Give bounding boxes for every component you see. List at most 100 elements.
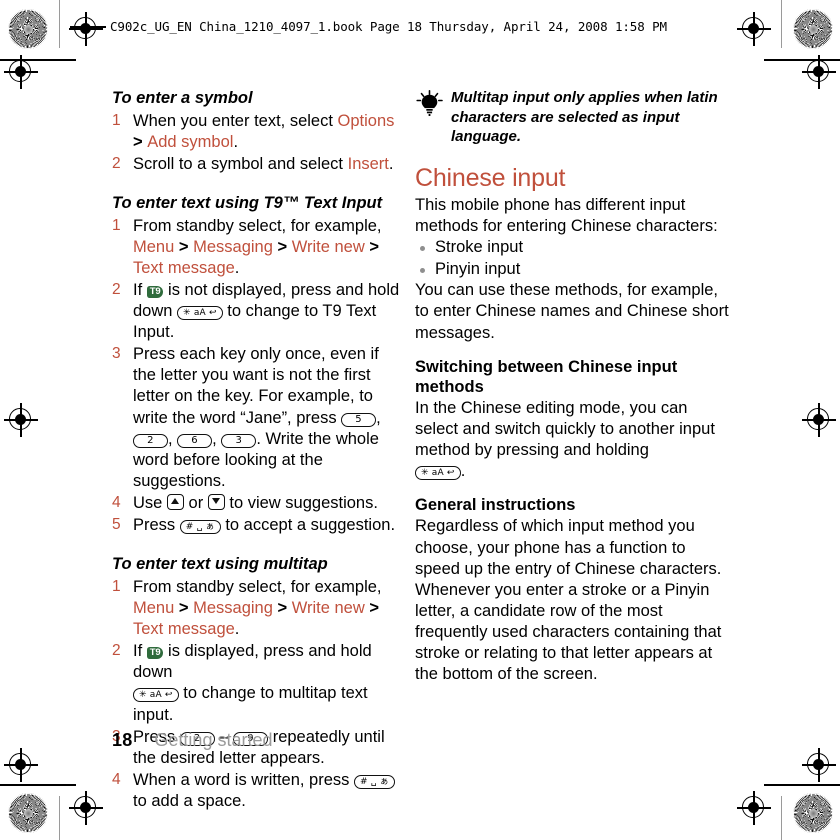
heading-switching-methods: Switching between Chinese input methods — [415, 357, 678, 396]
page-number: 18 — [112, 730, 133, 750]
heading-to-enter-a-symbol: To enter a symbol — [112, 89, 253, 107]
menu-link-write-new[interactable]: Write new — [292, 238, 365, 256]
list-item: Scroll to a symbol and select Insert. — [112, 154, 402, 175]
list-item-stroke-input: Stroke input — [415, 237, 735, 258]
heading-t9-text-input: To enter text using T9™ Text Input — [112, 193, 383, 212]
registration-star-top-right — [793, 9, 833, 49]
list-item-pinyin-input: Pinyin input — [415, 259, 735, 280]
menu-link-menu[interactable]: Menu — [133, 238, 174, 256]
registration-target-bottom-left — [69, 791, 103, 825]
path-separator: > — [174, 598, 194, 617]
switching-text-end: . — [460, 462, 466, 481]
tip-text: Multitap input only applies when latin c… — [451, 89, 718, 145]
menu-link-text-message[interactable]: Text message — [133, 259, 235, 277]
star-key-icon: ✳ aA ↩ — [177, 306, 223, 321]
step-text-end: to add a space. — [133, 791, 246, 810]
step-text-part: When a word is written, press — [133, 770, 354, 789]
manual-page: C902c_UG_EN China_1210_4097_1.book Page … — [0, 0, 840, 840]
hash-key-icon: # ␣ ぁ — [354, 774, 395, 789]
menu-link-insert[interactable]: Insert — [348, 155, 389, 173]
step-text-part: is displayed, press and hold down — [133, 642, 372, 682]
trim-rule-top-right — [764, 59, 840, 61]
star-key-icon: ✳ aA ↩ — [415, 466, 461, 481]
running-head: C902c_UG_EN China_1210_4097_1.book Page … — [70, 19, 667, 34]
registration-target-top-right — [737, 12, 771, 46]
step-text-end: to accept a suggestion. — [220, 516, 396, 535]
steps-t9-text-input: From standby select, for example, Menu >… — [112, 216, 402, 537]
number-key-icon-5: 5 — [341, 412, 377, 427]
trim-rule-right-vert — [781, 0, 783, 48]
registration-target-inner-bottom-left — [4, 748, 38, 782]
step-text-end: . — [234, 620, 240, 639]
step-text-part: Use — [133, 494, 167, 512]
menu-link-messaging[interactable]: Messaging — [193, 238, 273, 256]
page-footer: 18 Getting started — [112, 730, 273, 751]
number-key-icon-2: 2 — [133, 433, 168, 448]
hash-key-icon: # ␣ ぁ — [179, 520, 221, 535]
list-item: Press each key only once, even if the le… — [112, 344, 381, 490]
trim-rule-top-left — [0, 59, 76, 61]
right-column: Multitap input only applies when latin c… — [415, 88, 735, 685]
list-item: If T9 is displayed, press and hold down … — [112, 641, 402, 725]
number-key-icon-6: 6 — [177, 433, 213, 448]
menu-link-text-message[interactable]: Text message — [133, 620, 235, 638]
menu-link-messaging[interactable]: Messaging — [193, 599, 273, 617]
registration-star-bottom-right — [793, 793, 833, 833]
chinese-input-intro: This mobile phone has different input me… — [415, 196, 718, 236]
t9-indicator-icon: T9 — [146, 285, 164, 298]
registration-star-bottom-left — [8, 793, 48, 833]
chinese-input-usage: You can use these methods, for example, … — [415, 281, 729, 342]
registration-target-bottom-right — [737, 791, 771, 825]
menu-link-add-symbol[interactable]: Add symbol — [147, 133, 233, 151]
number-key-icon-3: 3 — [221, 433, 257, 448]
running-head-text: C902c_UG_EN China_1210_4097_1.book Page … — [110, 19, 667, 34]
step-text-end: . — [388, 154, 394, 173]
step-text-part: Scroll to a symbol and select — [133, 154, 348, 173]
steps-to-enter-a-symbol: When you enter text, select Options > Ad… — [112, 111, 402, 175]
registration-star-top-left — [8, 9, 48, 49]
registration-target-left-mid — [4, 403, 38, 437]
step-text-part: Press — [133, 516, 180, 535]
step-text-end: to view suggestions. — [224, 494, 378, 512]
path-separator: > — [272, 598, 292, 617]
lightbulb-icon — [415, 90, 445, 116]
step-text-part: If — [133, 642, 147, 661]
heading-chinese-input: Chinese input — [415, 163, 566, 192]
step-text-part: When you enter text, select — [133, 111, 338, 130]
step-text-end: . Write the whole word before looking at… — [133, 429, 379, 490]
list-item: If T9 is not displayed, press and hold d… — [112, 280, 402, 343]
down-arrow-key-icon — [207, 494, 225, 510]
heading-multitap: To enter text using multitap — [112, 555, 328, 574]
method-label: Pinyin input — [435, 259, 521, 278]
switching-body: In the Chinese editing mode, you can sel… — [415, 398, 735, 482]
path-separator: > — [133, 132, 148, 151]
step-text-part: From standby select, for example, — [133, 216, 382, 235]
star-key-icon: ✳ aA ↩ — [133, 688, 179, 703]
list-item: From standby select, for example, Menu >… — [112, 216, 402, 279]
switching-text: In the Chinese editing mode, you can sel… — [415, 398, 715, 460]
trim-rule-left-vert — [59, 0, 61, 48]
tip-note: Multitap input only applies when latin c… — [415, 88, 735, 147]
menu-link-write-new[interactable]: Write new — [292, 599, 365, 617]
step-text-end: . — [234, 258, 240, 277]
list-item: From standby select, for example, Menu >… — [112, 577, 402, 640]
trim-rule-left-vert-b — [59, 796, 61, 840]
step-text-part: or — [183, 494, 208, 512]
path-separator: > — [364, 598, 379, 617]
step-text-part: If — [133, 280, 147, 299]
up-arrow-key-icon — [166, 494, 184, 510]
step-text-end: . — [233, 132, 239, 151]
menu-link-menu[interactable]: Menu — [133, 599, 174, 617]
trim-rule-bottom-left — [0, 784, 76, 786]
t9-indicator-icon: T9 — [146, 647, 164, 660]
running-head-rule — [70, 26, 106, 28]
path-separator: > — [364, 237, 379, 256]
list-item: When you enter text, select Options > Ad… — [112, 111, 402, 153]
steps-multitap: From standby select, for example, Menu >… — [112, 577, 402, 812]
list-item: Press # ␣ ぁ to accept a suggestion. — [112, 515, 402, 536]
menu-link-options[interactable]: Options — [338, 112, 395, 130]
